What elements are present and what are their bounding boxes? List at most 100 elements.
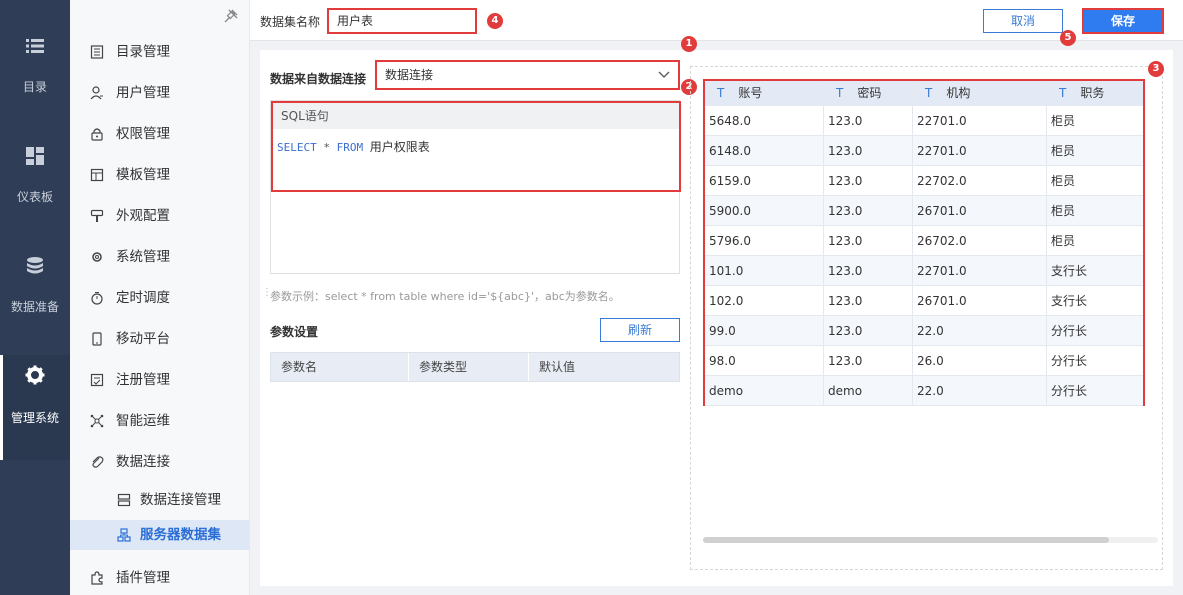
- dataset-icon: [117, 528, 131, 542]
- dataset-name-input[interactable]: 用户表: [327, 8, 477, 34]
- table-row[interactable]: 101.0 123.0 22701.0 支行长: [705, 256, 1143, 286]
- table-cell: 柜员: [1051, 144, 1076, 158]
- dataset-header: 数据集名称 用户表 4 取消 保存: [250, 0, 1183, 41]
- table-row[interactable]: 98.0 123.0 26.0 分行长: [705, 346, 1143, 376]
- table-cell: 5796.0: [705, 226, 824, 256]
- sidebar-item-label: 权限管理: [116, 126, 170, 142]
- text-type-icon: T: [836, 86, 844, 100]
- cancel-button[interactable]: 取消: [983, 9, 1063, 33]
- param-table-header: 参数名 参数类型 默认值: [270, 352, 680, 382]
- save-button[interactable]: 保存: [1082, 8, 1164, 34]
- table-cell: 123.0: [824, 316, 913, 346]
- sidebar-item-label: 注册管理: [116, 372, 170, 388]
- admin-sidebar: 目录管理 用户管理 权限管理 模板管理 外观配置 系统管理 定时调度 移动平台 …: [70, 0, 250, 595]
- callout-badge: 3: [1148, 61, 1164, 77]
- sidebar-item-ops[interactable]: 智能运维: [70, 406, 250, 436]
- sidebar-item-catalog[interactable]: 目录管理: [70, 37, 250, 67]
- rail-item-dashboard[interactable]: 仪表板: [0, 140, 70, 240]
- table-cell: 102.0: [705, 286, 824, 316]
- sidebar-item-schedule[interactable]: 定时调度: [70, 283, 250, 313]
- sidebar-item-templates[interactable]: 模板管理: [70, 160, 250, 190]
- sql-star: *: [323, 141, 330, 154]
- sidebar-item-data-connection[interactable]: 数据连接: [70, 447, 250, 477]
- dataset-name-label: 数据集名称: [260, 15, 321, 29]
- table-cell: 柜员: [1051, 114, 1076, 128]
- column-header[interactable]: T 职务: [1047, 81, 1143, 106]
- table-cell: 22701.0: [913, 256, 1047, 286]
- table-row[interactable]: 5900.0 123.0 26701.0 柜员: [705, 196, 1143, 226]
- table-cell: 123.0: [824, 196, 913, 226]
- table-cell: 5648.0: [705, 106, 824, 136]
- table-row[interactable]: demo demo 22.0 分行长: [705, 376, 1143, 406]
- table-cell: 123.0: [824, 166, 913, 196]
- horizontal-scrollbar[interactable]: [703, 537, 1158, 543]
- param-col-default: 默认值: [539, 360, 576, 374]
- table-cell: 26.0: [913, 346, 1047, 376]
- table-cell: 22.0: [913, 316, 1047, 346]
- server-icon: [117, 493, 131, 507]
- table-cell: 99.0: [705, 316, 824, 346]
- column-header[interactable]: T 账号: [705, 81, 824, 106]
- table-row[interactable]: 6148.0 123.0 22701.0 柜员: [705, 136, 1143, 166]
- sidebar-item-label: 系统管理: [116, 249, 170, 265]
- chevron-down-icon: [658, 71, 670, 78]
- sidebar-item-mobile[interactable]: 移动平台: [70, 324, 250, 354]
- rail-item-admin[interactable]: 管理系统: [0, 355, 70, 460]
- callout-badge: 1: [681, 36, 697, 52]
- data-preview: 3 T 账号 T 密码 T 机构 T 职务 5648.0 123.0 22701.0 柜员 61…: [690, 61, 1164, 570]
- table-row[interactable]: 6159.0 123.0 22702.0 柜员: [705, 166, 1143, 196]
- table-cell: 26701.0: [913, 196, 1047, 226]
- sidebar-item-label: 模板管理: [116, 167, 170, 183]
- gear-icon: [25, 365, 45, 385]
- column-header[interactable]: T 机构: [913, 81, 1047, 106]
- plugin-icon: [91, 571, 103, 585]
- gear-icon: [92, 252, 102, 262]
- refresh-button[interactable]: 刷新: [600, 318, 680, 342]
- table-cell: 123.0: [824, 136, 913, 166]
- pin-icon[interactable]: [224, 9, 238, 23]
- table-cell: 分行长: [1051, 324, 1088, 338]
- sidebar-item-system[interactable]: 系统管理: [70, 242, 250, 272]
- table-row[interactable]: 5796.0 123.0 26702.0 柜员: [705, 226, 1143, 256]
- sidebar-item-users[interactable]: 用户管理: [70, 78, 250, 108]
- sidebar-item-label: 数据连接管理: [140, 492, 221, 508]
- param-col-type: 参数类型: [409, 353, 529, 381]
- table-cell: 123.0: [824, 286, 913, 316]
- sidebar-item-label: 定时调度: [116, 290, 170, 306]
- scrollbar-thumb[interactable]: [703, 537, 1109, 543]
- sidebar-item-connection-manage[interactable]: 数据连接管理: [70, 485, 250, 515]
- sql-editor[interactable]: SQL语句 SELECT * FROM 用户权限表: [270, 100, 681, 274]
- rail-item-data-prep[interactable]: 数据准备: [0, 250, 70, 350]
- link-icon: [92, 456, 104, 468]
- table-cell: 柜员: [1051, 204, 1076, 218]
- sidebar-item-server-dataset[interactable]: 服务器数据集: [70, 520, 250, 550]
- table-cell: 分行长: [1051, 384, 1088, 398]
- rail-item-catalog[interactable]: 目录: [0, 30, 70, 130]
- table-cell: 98.0: [705, 346, 824, 376]
- data-connection-select[interactable]: 数据连接: [375, 60, 680, 90]
- table-header-row: T 账号 T 密码 T 机构 T 职务: [705, 81, 1143, 106]
- table-cell: 分行长: [1051, 354, 1088, 368]
- ops-icon: [90, 414, 104, 428]
- sidebar-item-label: 用户管理: [116, 85, 170, 101]
- resize-handle[interactable]: ⋮: [262, 287, 272, 303]
- text-type-icon: T: [1059, 86, 1067, 100]
- data-connection-value: 数据连接: [385, 68, 434, 82]
- table-cell: 123.0: [824, 346, 913, 376]
- database-icon: [27, 257, 43, 274]
- sidebar-item-permissions[interactable]: 权限管理: [70, 119, 250, 149]
- table-row[interactable]: 102.0 123.0 26701.0 支行长: [705, 286, 1143, 316]
- table-row[interactable]: 5648.0 123.0 22701.0 柜员: [705, 106, 1143, 136]
- sidebar-item-appearance[interactable]: 外观配置: [70, 201, 250, 231]
- table-cell: 6148.0: [705, 136, 824, 166]
- sidebar-item-register[interactable]: 注册管理: [70, 365, 250, 395]
- callout-badge: 4: [487, 13, 503, 29]
- table-cell: 5900.0: [705, 196, 824, 226]
- column-header[interactable]: T 密码: [824, 81, 913, 106]
- table-cell: 22701.0: [913, 136, 1047, 166]
- table-row[interactable]: 99.0 123.0 22.0 分行长: [705, 316, 1143, 346]
- preview-table: T 账号 T 密码 T 机构 T 职务 5648.0 123.0 22701.0 柜员 6148…: [703, 79, 1145, 406]
- template-icon: [90, 168, 104, 182]
- sidebar-item-plugins[interactable]: 插件管理: [70, 563, 250, 593]
- sql-code[interactable]: SELECT * FROM 用户权限表: [277, 138, 430, 155]
